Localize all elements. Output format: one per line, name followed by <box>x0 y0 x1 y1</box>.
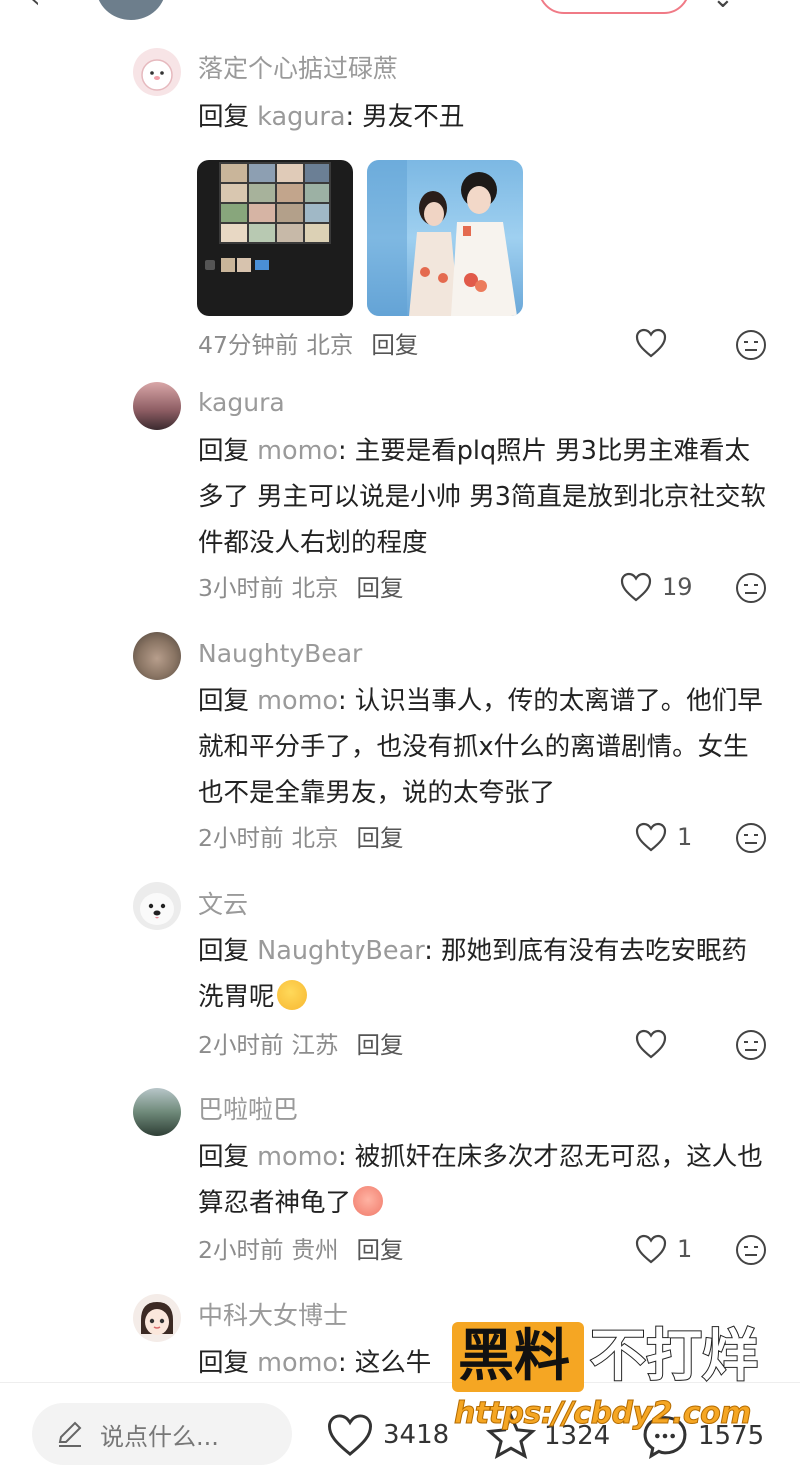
top-bar: ‹ ⌄ <box>0 0 800 22</box>
heart-icon <box>635 822 667 852</box>
reply-target[interactable]: NaughtyBear <box>257 936 424 966</box>
crying-face-emoji <box>353 1186 384 1216</box>
follow-button[interactable] <box>538 0 690 14</box>
heart-icon <box>635 328 667 358</box>
username[interactable]: 文云 <box>198 888 248 922</box>
comment-text: 回复 momo: 被抓奸在床多次才忍无可忍，这人也算忍者神龟了 <box>198 1142 763 1218</box>
username[interactable]: 中科大女博士 <box>198 1299 348 1333</box>
watermark-text-a: 黑料 <box>458 1324 570 1389</box>
back-icon[interactable]: ‹ <box>30 0 40 14</box>
image-wedding-photo[interactable] <box>367 160 523 316</box>
like-count: 1 <box>677 1235 693 1263</box>
username[interactable]: NaughtyBear <box>198 637 362 671</box>
reply-word: 回复 <box>198 1142 250 1172</box>
reply-target[interactable]: kagura <box>257 102 345 132</box>
like-count: 19 <box>662 573 693 601</box>
reply-word: 回复 <box>198 436 250 466</box>
comment-time: 3小时前 <box>198 574 284 602</box>
meh-face-icon <box>736 823 766 853</box>
reply-target[interactable]: momo <box>257 1348 338 1378</box>
comment-time: 2小时前 <box>198 1236 284 1264</box>
heart-icon <box>327 1414 373 1456</box>
dislike-button[interactable] <box>735 572 767 604</box>
input-placeholder: 说点什么... <box>100 1422 219 1451</box>
meh-face-icon <box>736 1235 766 1265</box>
reply-button[interactable]: 回复 <box>356 1236 403 1264</box>
avatar[interactable] <box>133 48 181 96</box>
comment-images <box>197 160 523 316</box>
meh-face-icon <box>736 1030 766 1060</box>
comment-body: 男友不丑 <box>362 102 465 132</box>
avatar[interactable] <box>133 1294 181 1342</box>
comment-location: 北京 <box>291 824 339 852</box>
avatar[interactable] <box>133 1088 181 1136</box>
meh-face-icon <box>736 573 766 603</box>
avatar[interactable] <box>133 382 181 430</box>
comment-meta: 47分钟前 北京 回复 <box>198 328 418 362</box>
comment-meta: 2小时前 江苏 回复 <box>198 1028 403 1062</box>
like-count: 1 <box>677 823 693 851</box>
comment-text: 回复 momo: 认识当事人，传的太离谱了。他们早就和平分手了，也没有抓x什么的… <box>198 686 763 808</box>
reply-word: 回复 <box>198 102 250 132</box>
meh-face-icon <box>736 330 766 360</box>
comment-text: 回复 NaughtyBear: 那她到底有没有去吃安眠药洗胃呢 <box>198 936 747 1012</box>
watermark-url: https://cbdy2.com <box>454 1396 753 1432</box>
avatar[interactable] <box>133 632 181 680</box>
reply-target[interactable]: momo <box>257 436 338 466</box>
reply-button[interactable]: 回复 <box>356 824 403 852</box>
pencil-icon <box>58 1421 82 1447</box>
comment-text: 回复 kagura: 男友不丑 <box>198 102 465 132</box>
heart-icon <box>635 1029 667 1059</box>
comment-time: 2小时前 <box>198 1031 284 1059</box>
more-icon[interactable]: ⌄ <box>712 0 734 14</box>
username[interactable]: 落定个心掂过碌蔗 <box>198 52 398 86</box>
dislike-button[interactable] <box>735 1234 767 1266</box>
comment-meta: 2小时前 贵州 回复 <box>198 1233 403 1267</box>
comment-location: 贵州 <box>291 1236 339 1264</box>
reply-target[interactable]: momo <box>257 1142 338 1172</box>
like-button[interactable]: 1 <box>635 822 692 852</box>
reply-button[interactable]: 回复 <box>371 331 418 359</box>
username[interactable]: kagura <box>198 386 285 420</box>
author-avatar[interactable] <box>96 0 166 20</box>
comment-text: 回复 momo: 主要是看plq照片 男3比男主难看太多了 男主可以说是小帅 男… <box>198 436 766 558</box>
post-like-count: 3418 <box>383 1420 450 1450</box>
comment-time: 2小时前 <box>198 824 284 852</box>
dislike-button[interactable] <box>735 822 767 854</box>
comment-location: 北京 <box>291 574 339 602</box>
heart-icon <box>620 572 652 602</box>
comment-body: 这么牛 <box>354 1348 432 1378</box>
reply-word: 回复 <box>198 686 250 716</box>
like-button[interactable] <box>635 328 677 358</box>
avatar[interactable] <box>133 882 181 930</box>
like-button[interactable]: 19 <box>620 572 693 602</box>
dislike-button[interactable] <box>735 1029 767 1061</box>
comment-location: 江苏 <box>291 1031 339 1059</box>
username[interactable]: 巴啦啦巴 <box>198 1093 298 1127</box>
reply-word: 回复 <box>198 936 250 966</box>
image-photo-collage[interactable] <box>197 160 353 316</box>
comment-meta: 3小时前 北京 回复 <box>198 571 403 605</box>
like-button[interactable]: 1 <box>635 1234 692 1264</box>
watermark-text-b: 不打烊 <box>589 1323 759 1390</box>
watermark: 黑料 不打烊 https://cbdy2.com <box>452 1320 792 1440</box>
comment-meta: 2小时前 北京 回复 <box>198 821 403 855</box>
thinking-face-emoji <box>276 980 307 1010</box>
heart-icon <box>635 1234 667 1264</box>
like-button[interactable] <box>635 1029 677 1059</box>
reply-button[interactable]: 回复 <box>356 574 403 602</box>
dislike-button[interactable] <box>735 329 767 361</box>
reply-target[interactable]: momo <box>257 686 338 716</box>
post-like-button[interactable]: 3418 <box>325 1413 449 1457</box>
comment-input[interactable]: 说点什么... <box>32 1403 292 1465</box>
comment-location: 北京 <box>306 331 354 359</box>
comment-time: 47分钟前 <box>198 331 299 359</box>
reply-button[interactable]: 回复 <box>356 1031 403 1059</box>
reply-word: 回复 <box>198 1348 250 1378</box>
